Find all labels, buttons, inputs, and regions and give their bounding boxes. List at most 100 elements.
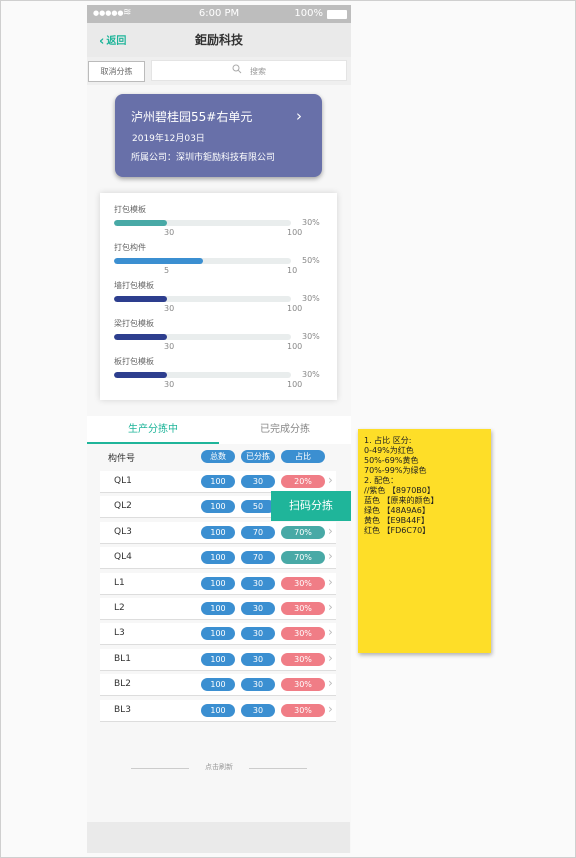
row-ratio: 30% bbox=[281, 602, 325, 615]
row-name: QL2 bbox=[114, 501, 132, 512]
row-total: 100 bbox=[201, 678, 235, 692]
cancel-sort-button[interactable]: 取消分拣 bbox=[88, 61, 145, 82]
progress-track bbox=[114, 258, 291, 264]
table-row[interactable]: L2 100 30 30% › bbox=[100, 598, 336, 620]
refresh-label: 点击刷新 bbox=[205, 763, 233, 771]
chevron-right-icon: › bbox=[328, 523, 333, 538]
row-total: 100 bbox=[201, 500, 235, 514]
progress-done: 30 bbox=[164, 380, 175, 389]
row-name: BL2 bbox=[114, 679, 131, 690]
row-name: L3 bbox=[114, 628, 125, 639]
table-row[interactable]: QL4 100 70 70% › bbox=[100, 547, 336, 570]
status-bar: ●●●●● ≋ 6:00 PM 100% bbox=[87, 5, 351, 23]
search-row: 取消分拣 搜索 bbox=[87, 57, 351, 85]
progress-label: 打包构件 bbox=[114, 243, 146, 252]
table-row[interactable]: QL1 100 30 20% › bbox=[100, 471, 336, 493]
row-ratio: 70% bbox=[281, 525, 325, 539]
row-total: 100 bbox=[201, 525, 235, 539]
chevron-right-icon: › bbox=[328, 473, 333, 487]
search-input[interactable]: 搜索 bbox=[151, 60, 347, 81]
row-sorted: 30 bbox=[241, 602, 275, 615]
progress-item: 打包构件 50% 5 10 bbox=[114, 242, 334, 278]
row-name: L2 bbox=[114, 603, 125, 613]
row-total: 100 bbox=[201, 652, 235, 666]
progress-fill bbox=[114, 372, 168, 378]
table-row[interactable]: BL3 100 30 30% › bbox=[100, 699, 336, 722]
note-line: 70%-99%为绿色 bbox=[364, 466, 427, 475]
note-line: 50%-69%黄色 bbox=[364, 456, 419, 465]
note-line: 黄色 【E9B44F】 bbox=[364, 516, 429, 525]
progress-done: 30 bbox=[164, 342, 175, 351]
project-company: 所属公司：深圳市鉅励科技有限公司 bbox=[131, 153, 276, 163]
tab-bar: 生产分拣中 已完成分拣 bbox=[87, 416, 351, 444]
page-title: 鉅励科技 bbox=[194, 33, 243, 47]
row-total: 100 bbox=[201, 576, 235, 590]
row-name: QL1 bbox=[114, 476, 132, 486]
note-line: 蓝色 【原来的颜色】 bbox=[364, 496, 439, 505]
annotation-note: 1. 占比 区分: 0-49%为红色 50%-69%黄色 70%-99%为绿色 2. 配… bbox=[358, 429, 491, 653]
table-header: 构件号 总数 已分拣 占比 bbox=[100, 446, 340, 468]
progress-total: 100 bbox=[287, 228, 303, 237]
chevron-right-icon: › bbox=[328, 600, 333, 614]
progress-total: 10 bbox=[287, 266, 298, 275]
row-total: 100 bbox=[201, 602, 235, 615]
header-name: 构件号 bbox=[108, 454, 136, 464]
tab-completed[interactable]: 已完成分拣 bbox=[219, 416, 351, 444]
progress-percent: 30% bbox=[302, 294, 320, 303]
row-ratio: 70% bbox=[281, 551, 325, 565]
search-icon bbox=[232, 64, 242, 74]
row-total: 100 bbox=[201, 475, 235, 488]
row-sorted: 50 bbox=[241, 500, 275, 514]
progress-item: 梁打包模板 30% 30 100 bbox=[114, 318, 334, 354]
row-ratio: 20% bbox=[281, 475, 325, 488]
project-title: 泸州碧桂园55#右单元 bbox=[131, 110, 253, 124]
progress-done: 30 bbox=[164, 304, 175, 313]
chevron-right-icon: › bbox=[328, 574, 333, 589]
note-line: 绿色 【48A9A6】 bbox=[364, 506, 430, 515]
refresh-link[interactable]: 点击刷新 bbox=[131, 762, 307, 774]
row-name: QL4 bbox=[114, 552, 132, 563]
row-total: 100 bbox=[201, 703, 235, 717]
note-line: 1. 占比 区分: bbox=[364, 436, 412, 445]
progress-percent: 50% bbox=[302, 256, 320, 265]
row-ratio: 30% bbox=[281, 576, 325, 590]
progress-track bbox=[114, 220, 291, 226]
project-card[interactable]: 泸州碧桂园55#右单元 › 2019年12月03日 所属公司：深圳市鉅励科技有限… bbox=[115, 94, 322, 177]
progress-total: 100 bbox=[287, 304, 303, 313]
progress-label: 梁打包模板 bbox=[114, 319, 154, 328]
note-line: 2. 配色： bbox=[364, 476, 399, 485]
row-sorted: 30 bbox=[241, 678, 275, 692]
progress-percent: 30% bbox=[302, 332, 320, 341]
progress-fill bbox=[114, 334, 168, 340]
row-sorted: 30 bbox=[241, 475, 275, 488]
note-line: //紫色 【8970B0】 bbox=[364, 486, 435, 495]
chevron-right-icon: › bbox=[328, 625, 333, 640]
row-name: BL3 bbox=[114, 704, 131, 715]
chevron-right-icon: › bbox=[328, 701, 333, 716]
table-row[interactable]: BL2 100 30 30% › bbox=[100, 674, 336, 697]
table-row[interactable]: L1 100 30 30% › bbox=[100, 572, 336, 595]
row-ratio: 30% bbox=[281, 652, 325, 666]
tab-in-progress[interactable]: 生产分拣中 bbox=[87, 416, 219, 444]
row-sorted: 30 bbox=[241, 576, 275, 590]
progress-item: 打包模板 30% 30 100 bbox=[114, 204, 334, 240]
row-total: 100 bbox=[201, 551, 235, 565]
chevron-right-icon: › bbox=[328, 650, 333, 665]
table-row[interactable]: BL1 100 30 30% › bbox=[100, 648, 336, 671]
progress-item: 墙打包模板 30% 30 100 bbox=[114, 280, 334, 316]
battery-icon bbox=[327, 10, 347, 19]
progress-total: 100 bbox=[287, 380, 303, 389]
progress-track bbox=[114, 334, 291, 340]
search-placeholder: 搜索 bbox=[250, 67, 266, 76]
battery-percent: 100% bbox=[294, 8, 323, 19]
header-total: 总数 bbox=[201, 450, 235, 463]
row-sorted: 30 bbox=[241, 652, 275, 666]
row-name: BL1 bbox=[114, 653, 131, 664]
table-row[interactable]: L3 100 30 30% › bbox=[100, 623, 336, 646]
table-row[interactable]: QL3 100 70 70% › bbox=[100, 521, 336, 544]
row-ratio: 30% bbox=[281, 678, 325, 692]
scan-sort-button[interactable]: 扫码分拣 bbox=[271, 491, 351, 521]
progress-track bbox=[114, 372, 291, 378]
row-sorted: 30 bbox=[241, 627, 275, 641]
divider-right bbox=[249, 768, 307, 769]
